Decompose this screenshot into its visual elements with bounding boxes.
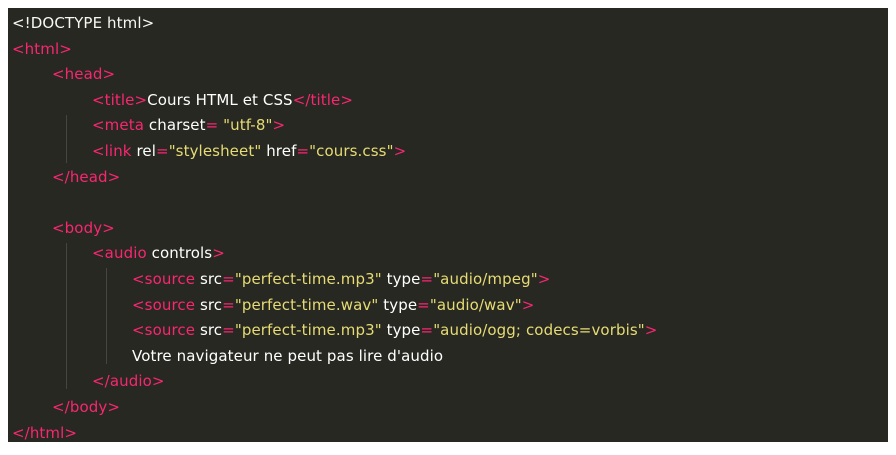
code-token-tag: <html> (12, 39, 72, 58)
code-token-txt: Votre navigateur ne peut pas lire d'audi… (132, 346, 444, 365)
code-line: </body> (12, 395, 657, 421)
code-token-str: "perfect-time.wav" (234, 295, 379, 314)
code-token-txt: rel (136, 141, 157, 160)
code-line: <link rel="stylesheet" href="cours.css"> (12, 139, 657, 165)
code-token-tag: <source (132, 269, 200, 288)
code-token-tag: </audio> (92, 372, 165, 391)
code-token-txt: type (378, 295, 418, 314)
code-line: <head> (12, 62, 657, 88)
code-line: <title>Cours HTML et CSS</title> (12, 88, 657, 114)
code-line: </audio> (12, 369, 657, 395)
code-token-tag: <audio (92, 244, 152, 263)
code-line: Votre navigateur ne peut pas lire d'audi… (12, 344, 657, 370)
code-token-str: "perfect-time.mp3" (234, 269, 382, 288)
code-block: <!DOCTYPE html> <html> <head> <title>Cours … (12, 11, 657, 442)
code-editor[interactable]: <!DOCTYPE html> <html> <head> <title>Cours … (8, 8, 888, 442)
code-token-tag: </html> (12, 423, 78, 442)
code-line: <body> (12, 216, 657, 242)
code-token-txt: src (199, 321, 223, 340)
code-line: </head> (12, 165, 657, 191)
code-token-str: "audio/wav" (429, 295, 522, 314)
code-line: <source src="perfect-time.wav" type="aud… (12, 293, 657, 319)
code-token-tag: > (212, 244, 225, 263)
code-token-tag: <meta (92, 116, 149, 135)
code-token-str: "audio/mpeg" (433, 269, 538, 288)
code-token-doctype: <!DOCTYPE html> (12, 14, 155, 32)
code-token-str: "stylesheet" (168, 141, 262, 160)
code-token-punct: = (222, 269, 235, 288)
code-token-tag: > (537, 269, 551, 288)
code-token-txt: src (199, 269, 223, 288)
code-token-punct: = (420, 321, 434, 340)
code-line: <audio controls> (12, 241, 657, 267)
code-line: <!DOCTYPE html> (12, 11, 657, 37)
code-token-punct: = (296, 141, 310, 160)
code-token-tag: > (393, 141, 407, 160)
code-line: <source src="perfect-time.mp3" type="aud… (12, 267, 657, 293)
code-token-punct: = (420, 269, 434, 288)
code-token-txt: Cours HTML et CSS (147, 90, 293, 109)
code-line: <source src="perfect-time.mp3" type="aud… (12, 318, 657, 344)
code-token-punct: = (156, 141, 169, 160)
code-token-str: "audio/ogg; codecs=vorbis" (433, 321, 645, 340)
code-token-punct: = (205, 116, 224, 135)
code-token-tag: > (521, 295, 535, 314)
code-token-txt: controls (151, 244, 213, 263)
code-token-tag: </title> (292, 90, 354, 109)
code-token-tag: <body> (52, 218, 115, 237)
code-token-tag: <title> (92, 90, 148, 109)
code-token-tag: </head> (52, 167, 121, 186)
code-token-str: "perfect-time.mp3" (234, 321, 382, 340)
code-token-txt: charset (148, 116, 206, 135)
code-token-tag: <head> (52, 65, 116, 84)
code-token-tag: <link (92, 141, 137, 160)
code-token-str: "cours.css" (309, 141, 394, 160)
code-token-txt: type (381, 269, 421, 288)
code-token-txt: src (199, 295, 223, 314)
code-token-txt: type (381, 321, 421, 340)
code-line: <html> (12, 37, 657, 63)
code-line: </html> (12, 421, 657, 443)
code-line: <meta charset= "utf-8"> (12, 113, 657, 139)
code-token-tag: </body> (52, 397, 120, 416)
code-token-tag: > (272, 116, 286, 135)
code-token-txt: href (261, 141, 297, 160)
code-token-punct: = (222, 295, 235, 314)
code-token-tag: <source (132, 295, 200, 314)
code-token-punct: = (417, 295, 430, 314)
code-token-str: "utf-8" (223, 116, 273, 135)
code-token-tag: > (644, 321, 658, 340)
code-token-tag: <source (132, 321, 200, 340)
code-token-punct: = (222, 321, 235, 340)
